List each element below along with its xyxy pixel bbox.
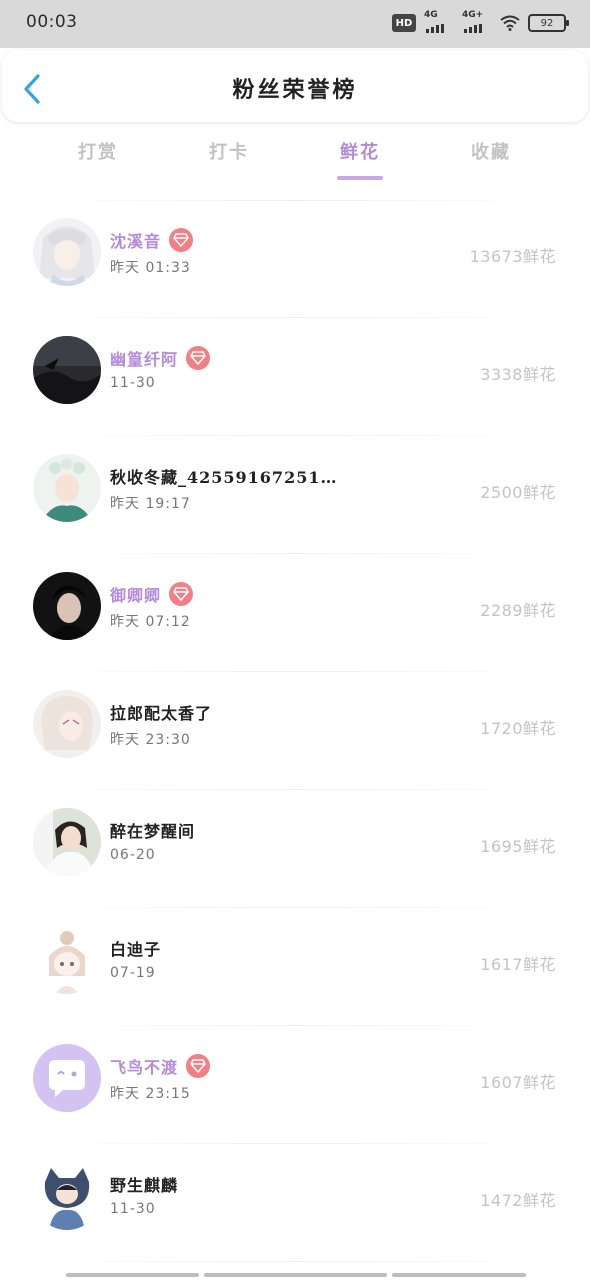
fan-date: 昨天 07:12 (110, 614, 191, 630)
page-title: 粉丝荣誉榜 (232, 77, 358, 103)
fan-name: 白迪子 (110, 940, 162, 959)
status-bar: 00:03 HD 4G 4G+ 92 (0, 0, 590, 48)
wifi-icon (500, 15, 520, 31)
hd-icon: HD (392, 14, 416, 32)
list-item[interactable]: 野生麒麟 11-30 1472鲜花 (0, 1144, 590, 1262)
fan-date: 昨天 23:30 (110, 732, 191, 748)
avatar[interactable] (33, 1044, 101, 1112)
diamond-icon (169, 582, 194, 606)
list-item[interactable]: 醉在梦醒间 06-20 1695鲜花 (0, 790, 590, 908)
fan-date: 昨天 19:17 (110, 496, 191, 512)
tab-checkin[interactable]: 打卡 (189, 138, 269, 164)
diamond-icon (186, 1054, 211, 1078)
avatar[interactable] (33, 572, 101, 640)
flower-count: 1472鲜花 (480, 1191, 556, 1210)
tab-favorites[interactable]: 收藏 (451, 138, 531, 164)
fan-date: 昨天 23:15 (110, 1086, 191, 1102)
fan-date: 昨天 01:33 (110, 260, 191, 276)
fan-date: 07-19 (110, 965, 156, 981)
flower-count: 2289鲜花 (480, 601, 556, 620)
fan-date: 11-30 (110, 375, 156, 391)
flower-count: 1617鲜花 (480, 955, 556, 974)
flower-count: 1695鲜花 (480, 837, 556, 856)
list-item[interactable]: 飞鸟不渡 昨天 23:15 1607鲜花 (0, 1026, 590, 1144)
flower-count: 13673鲜花 (469, 247, 556, 266)
list-item[interactable]: 御卿卿 昨天 07:12 2289鲜花 (0, 554, 590, 672)
list-item[interactable]: 拉郎配太香了 昨天 23:30 1720鲜花 (0, 672, 590, 790)
fan-name: 拉郎配太香了 (110, 704, 213, 723)
fan-name: 飞鸟不渡 (110, 1058, 179, 1077)
bottom-indicator (66, 1273, 526, 1277)
tab-flowers[interactable]: 鲜花 (320, 138, 400, 164)
fan-date: 11-30 (110, 1201, 156, 1217)
avatar[interactable] (33, 454, 101, 522)
fan-name: 野生麒麟 (110, 1176, 179, 1195)
flower-count: 2500鲜花 (480, 483, 556, 502)
fan-date: 06-20 (110, 847, 156, 863)
battery-icon: 92 (528, 14, 569, 32)
list-item[interactable]: 沈溪音 昨天 01:33 13673鲜花 (0, 200, 590, 318)
fan-name: 御卿卿 (110, 586, 162, 605)
list-item[interactable]: 白迪子 07-19 1617鲜花 (0, 908, 590, 1026)
fan-name: 沈溪音 (110, 232, 162, 251)
fan-name: 醉在梦醒间 (110, 822, 196, 841)
flower-count: 1607鲜花 (480, 1073, 556, 1092)
signal-4g-plus-icon: 4G+ (462, 10, 492, 33)
signal-4g-icon: 4G (424, 10, 454, 33)
fan-name: 秋收冬藏_42559167251… (110, 468, 338, 487)
avatar[interactable] (33, 218, 101, 286)
fan-list: 沈溪音 昨天 01:33 13673鲜花 幽篁纤阿 11-30 3338鲜花 秋… (0, 200, 590, 1262)
status-icons: HD 4G 4G+ 92 (392, 10, 569, 34)
avatar[interactable] (33, 690, 101, 758)
flower-count: 1720鲜花 (480, 719, 556, 738)
diamond-icon (169, 228, 194, 252)
tab-bar: 打赏 打卡 鲜花 收藏 (0, 138, 590, 188)
status-time: 00:03 (26, 12, 78, 32)
avatar[interactable] (33, 336, 101, 404)
list-item[interactable]: 幽篁纤阿 11-30 3338鲜花 (0, 318, 590, 436)
header-bar: 粉丝荣誉榜 (2, 50, 588, 122)
list-item[interactable]: 秋收冬藏_42559167251… 昨天 19:17 2500鲜花 (0, 436, 590, 554)
flower-count: 3338鲜花 (480, 365, 556, 384)
avatar[interactable] (33, 926, 101, 994)
avatar[interactable] (33, 1162, 101, 1230)
diamond-icon (186, 346, 211, 370)
avatar[interactable] (33, 808, 101, 876)
active-tab-indicator (337, 176, 383, 180)
fan-name: 幽篁纤阿 (110, 350, 179, 369)
tab-reward[interactable]: 打赏 (58, 138, 138, 164)
